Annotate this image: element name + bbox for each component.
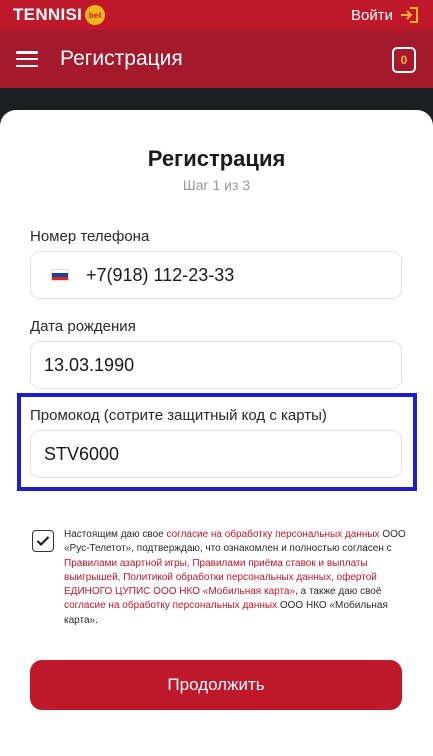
login-label: Войти: [351, 6, 393, 24]
coupon-icon[interactable]: 0: [392, 47, 416, 73]
step-indicator: Шаг 1 из 3: [182, 177, 251, 193]
russia-flag-icon[interactable]: [51, 269, 69, 281]
consent-text-part: , а также даю своё: [295, 586, 382, 598]
phone-label: Номер телефона: [30, 228, 150, 245]
app-header: Регистрация 0: [0, 30, 433, 88]
login-button[interactable]: Войти: [351, 6, 419, 24]
consent-link-personal-data[interactable]: согласие на обработку персональных данны…: [166, 529, 379, 540]
continue-button[interactable]: Продолжить: [30, 660, 402, 710]
hamburger-icon[interactable]: [16, 51, 38, 67]
brand-badge: bet: [85, 5, 106, 25]
consent-text: Настоящим даю свое согласие на обработку…: [64, 528, 409, 628]
login-arrow-icon: [401, 7, 418, 23]
form-title: Регистрация: [147, 146, 286, 171]
brand-logo[interactable]: TENNISI bet: [13, 5, 106, 25]
coupon-count: 0: [400, 53, 408, 67]
phone-value: +7(918) 112-23-33: [86, 264, 235, 285]
consent-text-part: Настоящим даю свое: [64, 529, 167, 540]
consent-link-personal-data-nko[interactable]: согласие на обработку персональных данны…: [64, 600, 277, 611]
consent-checkbox[interactable]: [32, 530, 54, 552]
brand-name: TENNISI: [13, 5, 83, 24]
top-bar: TENNISI bet Войти: [0, 0, 433, 30]
phone-field[interactable]: +7(918) 112-23-33: [30, 251, 402, 299]
checkmark-icon: [36, 536, 50, 547]
birthdate-label: Дата рождения: [30, 318, 136, 335]
promo-highlight-frame: [17, 393, 417, 491]
birthdate-value: 13.03.1990: [44, 354, 135, 375]
registration-card: Регистрация Шаг 1 из 3 Номер телефона +7…: [0, 110, 433, 756]
birthdate-field[interactable]: 13.03.1990: [30, 341, 402, 389]
page-title: Регистрация: [60, 47, 183, 70]
